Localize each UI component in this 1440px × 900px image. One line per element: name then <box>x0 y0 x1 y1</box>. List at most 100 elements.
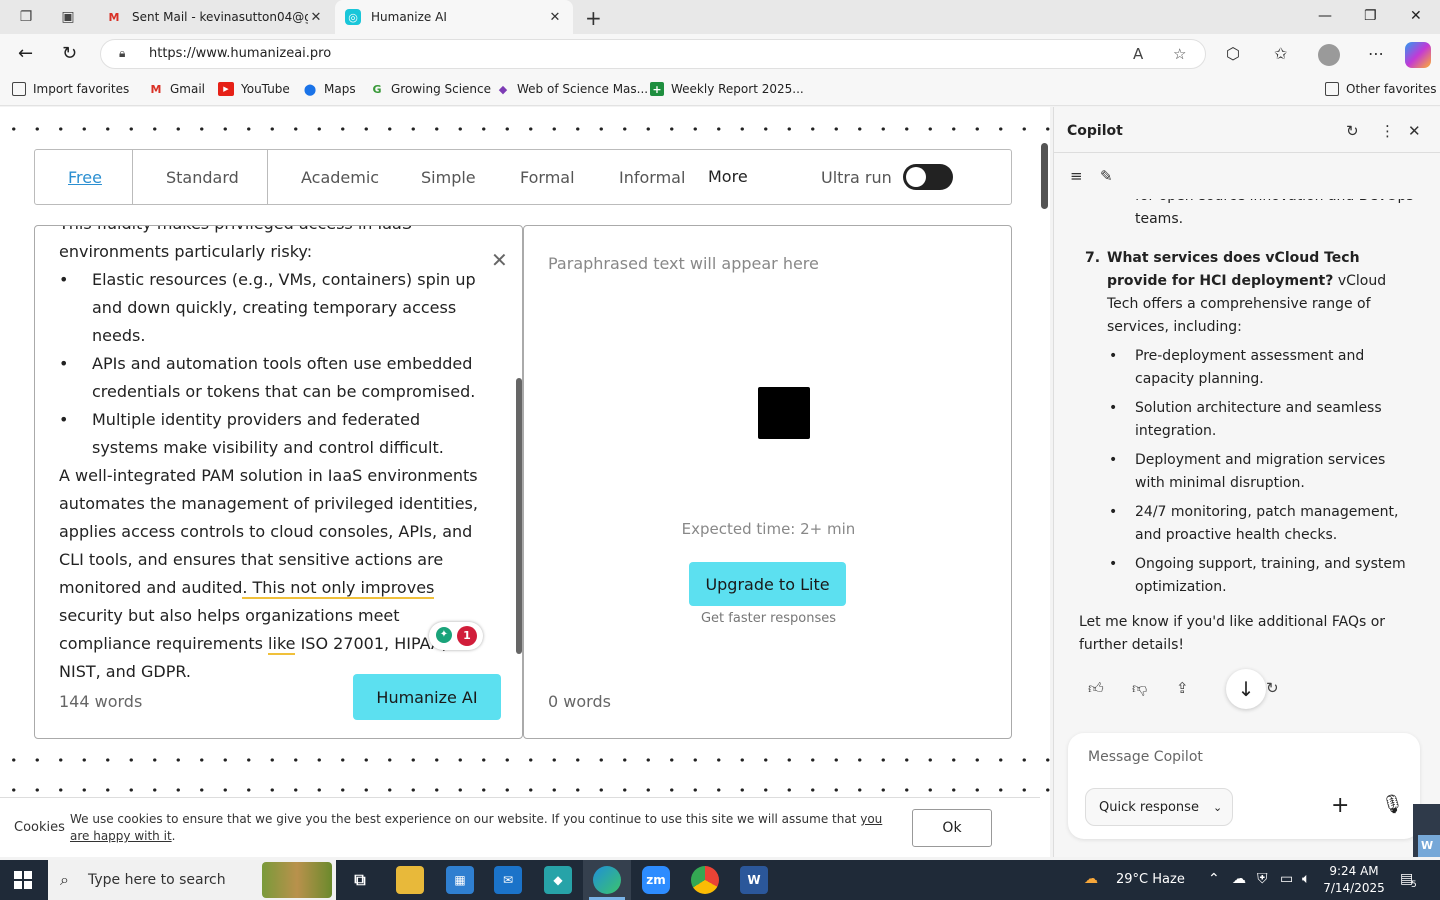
minimize-icon[interactable]: — <box>1318 8 1332 24</box>
input-word-count: 144 words <box>59 692 143 711</box>
input-text-area[interactable]: This fluidity makes privileged access in… <box>59 226 491 686</box>
input-scrollbar[interactable] <box>516 378 522 654</box>
tab-sent-mail[interactable]: M Sent Mail - kevinasutton04@gma ✕ <box>96 0 334 34</box>
weather-icon[interactable]: ☁ <box>1084 871 1098 887</box>
grammar-checker-widget[interactable]: ✦ 1 <box>429 622 483 650</box>
new-chat-icon[interactable]: ✎ <box>1100 167 1113 185</box>
chat-history-icon[interactable]: ≡ <box>1070 167 1083 185</box>
clear-input-icon[interactable]: ✕ <box>491 248 508 272</box>
message-composer[interactable]: Message Copilot Quick response ⌄ + 🎙︎ <box>1068 733 1420 839</box>
read-aloud-icon[interactable]: A <box>1133 45 1143 63</box>
upgrade-button[interactable]: Upgrade to Lite <box>689 562 846 606</box>
refresh-icon[interactable]: ↻ <box>62 43 77 64</box>
fav-gmail[interactable]: M Gmail <box>149 82 206 96</box>
more-options-icon[interactable]: ⋮ <box>1380 122 1395 140</box>
profile-avatar[interactable] <box>1318 44 1340 66</box>
system-clock[interactable]: 9:24 AM 7/14/2025 <box>1322 863 1386 897</box>
humanize-button[interactable]: Humanize AI <box>353 674 501 720</box>
copilot-icon[interactable] <box>1405 42 1431 68</box>
fav-web-of-science[interactable]: ◆ Web of Science Mas... <box>496 82 648 96</box>
faq-number: 7. <box>1085 250 1101 266</box>
task-view-icon[interactable]: ⧉ <box>346 866 374 894</box>
fav-import-favorites[interactable]: Import favorites <box>12 82 129 96</box>
fav-other-favorites[interactable]: Other favorites <box>1325 82 1437 96</box>
grammar-highlight[interactable]: . This not only <box>242 578 361 599</box>
close-tab-icon[interactable]: ✕ <box>547 10 563 25</box>
output-placeholder: Paraphrased text will appear here <box>548 254 819 273</box>
mode-standard[interactable]: Standard <box>166 168 239 187</box>
service-list: • Pre-deployment assessment and capacity … <box>1079 345 1419 599</box>
favorites-icon[interactable]: ✩ <box>1274 44 1287 63</box>
volume-icon[interactable]: 🔈︎ <box>1302 871 1310 887</box>
share-icon[interactable]: ⇪ <box>1176 679 1189 697</box>
mail-icon[interactable]: ✉ <box>494 866 522 894</box>
fav-growing-science[interactable]: G Growing Science <box>370 82 491 96</box>
workspaces-icon[interactable]: ❐ <box>16 7 36 27</box>
thumbs-up-icon[interactable]: 👍︎ <box>1088 679 1104 698</box>
url-text[interactable]: https://www.humanizeai.pro <box>149 46 331 61</box>
taskbar-search[interactable]: ⌕ Type here to search <box>48 860 336 900</box>
list-item-text: Deployment and migration services with m… <box>1135 452 1386 491</box>
mode-more[interactable]: More <box>708 167 748 186</box>
refresh-chat-icon[interactable]: ↻ <box>1346 122 1359 140</box>
restore-icon[interactable]: ❐ <box>1364 8 1377 24</box>
dot-divider-top <box>0 127 1050 131</box>
vertical-tabs-icon[interactable]: ▣ <box>58 7 78 27</box>
close-window-icon[interactable]: ✕ <box>1410 8 1422 24</box>
microphone-icon[interactable]: 🎙︎ <box>1381 794 1404 815</box>
grammar-highlight[interactable]: improves <box>360 578 435 599</box>
security-icon[interactable]: ⛨ <box>1257 871 1268 887</box>
mode-formal[interactable]: Formal <box>520 168 575 187</box>
network-icon[interactable]: ▭ <box>1280 871 1293 887</box>
file-explorer-icon[interactable] <box>396 866 424 894</box>
extensions-icon[interactable]: ⬡ <box>1226 44 1240 63</box>
copilot-panel: Copilot ↻ ⋮ ✕ ≡ ✎ for open-source innova… <box>1053 107 1440 857</box>
close-tab-icon[interactable]: ✕ <box>308 10 324 25</box>
chevron-up-icon[interactable]: ⌃ <box>1208 871 1220 887</box>
windows-start-icon[interactable] <box>14 871 32 889</box>
ultra-run-toggle[interactable] <box>903 164 953 190</box>
weather-text[interactable]: 29°C Haze <box>1116 872 1185 887</box>
site-info-icon[interactable]: 🔒︎ <box>119 46 125 61</box>
regenerate-icon[interactable]: ↻ <box>1266 679 1279 697</box>
mode-free[interactable]: Free <box>68 168 102 187</box>
scroll-down-button[interactable]: ↓ <box>1226 669 1266 709</box>
new-tab-button[interactable]: + <box>585 6 602 30</box>
quick-response-dropdown[interactable]: Quick response ⌄ <box>1085 788 1233 826</box>
mode-divider <box>267 150 268 204</box>
cookie-ok-button[interactable]: Ok <box>912 809 992 847</box>
app-diamond-icon[interactable]: ◆ <box>544 866 572 894</box>
favorite-star-icon[interactable]: ☆ <box>1173 45 1186 63</box>
growing-science-icon: G <box>372 82 382 96</box>
web-of-science-icon: ◆ <box>498 82 508 96</box>
mode-simple[interactable]: Simple <box>421 168 476 187</box>
edge-icon[interactable] <box>593 866 621 894</box>
back-icon[interactable]: ← <box>18 43 33 64</box>
page-scrollbar[interactable] <box>1041 143 1048 209</box>
tab-humanize-ai[interactable]: ◎ Humanize AI ✕ <box>335 0 573 34</box>
input-line: This fluidity makes privileged access in… <box>59 226 491 238</box>
youtube-icon: ▶ <box>218 82 234 96</box>
mode-academic[interactable]: Academic <box>301 168 379 187</box>
close-panel-icon[interactable]: ✕ <box>1408 122 1421 140</box>
word-icon[interactable]: W <box>740 866 768 894</box>
zoom-icon[interactable]: zm <box>642 866 670 894</box>
word-thumbnail-icon: W <box>1418 835 1440 857</box>
quick-response-label: Quick response <box>1099 799 1199 815</box>
fav-youtube[interactable]: ▶ YouTube <box>218 82 290 96</box>
add-attachment-icon[interactable]: + <box>1331 793 1349 818</box>
mode-informal[interactable]: Informal <box>619 168 685 187</box>
message-input[interactable]: Message Copilot <box>1088 749 1203 765</box>
sheets-icon: + <box>650 82 664 96</box>
fav-maps[interactable]: ⬤ Maps <box>303 82 356 96</box>
list-item: • Pre-deployment assessment and capacity … <box>1079 345 1419 391</box>
faq-text: What services does vCloud Tech provide f… <box>1107 247 1419 339</box>
fav-weekly-report[interactable]: + Weekly Report 2025... <box>650 82 804 96</box>
chrome-icon[interactable] <box>691 866 719 894</box>
microsoft-store-icon[interactable]: ▦ <box>446 866 474 894</box>
thumbs-down-icon[interactable]: 👎︎ <box>1132 679 1147 698</box>
grammar-highlight[interactable]: like <box>268 634 296 655</box>
more-menu-icon[interactable]: ⋯ <box>1368 44 1384 63</box>
onedrive-icon[interactable]: ☁ <box>1232 871 1246 887</box>
address-bar[interactable]: 🔒︎ https://www.humanizeai.pro A ☆ <box>100 39 1206 69</box>
